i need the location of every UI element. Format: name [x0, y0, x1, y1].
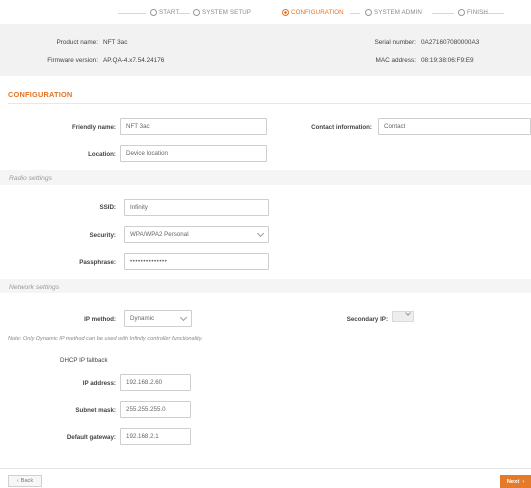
- chevron-down-icon: [405, 310, 411, 316]
- chevron-left-icon: ‹: [16, 478, 19, 484]
- default-gateway-input[interactable]: 192.168.2.1: [120, 428, 191, 445]
- ip-method-select[interactable]: Dynamic: [124, 310, 192, 327]
- secondary-ip-select[interactable]: [392, 310, 414, 322]
- contact-information-label: Contact information:: [311, 124, 372, 131]
- mac-address-label: MAC address:: [375, 57, 417, 64]
- step-circle-icon: [150, 9, 157, 16]
- secondary-ip-label: Secondary IP:: [346, 316, 388, 323]
- next-button[interactable]: Next ›: [500, 475, 531, 488]
- passphrase-input[interactable]: ••••••••••••••: [124, 253, 269, 270]
- firmware-value: AP.QA-4.x7.54.24176: [103, 57, 165, 64]
- section-divider: [8, 103, 531, 104]
- section-title: CONFIGURATION: [8, 90, 73, 99]
- radio-settings-band: [0, 170, 531, 185]
- friendly-name-input[interactable]: NFT 3ac: [120, 118, 267, 135]
- ip-method-label: IP method:: [84, 316, 116, 323]
- location-label: Location:: [88, 151, 116, 158]
- device-info-panel: Product name: NFT 3ac Serial number: 0A2…: [0, 24, 531, 76]
- passphrase-label: Passphrase:: [79, 259, 116, 266]
- subnet-mask-label: Subnet mask:: [75, 407, 116, 414]
- step-current-icon: [282, 9, 289, 16]
- security-select[interactable]: WPA/WPA2 Personal: [124, 226, 269, 243]
- firmware-label: Firmware version:: [47, 57, 98, 64]
- footer-divider: [0, 468, 531, 469]
- network-settings-band: [0, 279, 531, 293]
- chevron-down-icon: [256, 229, 265, 237]
- radio-settings-heading: Radio settings: [9, 175, 53, 182]
- product-name-label: Product name:: [56, 39, 98, 46]
- ip-address-input[interactable]: 192.168.2.60: [120, 374, 191, 391]
- ip-method-note: Note: Only Dynamic IP method can be used…: [8, 336, 203, 342]
- dhcp-fallback-title: DHCP IP fallback: [60, 357, 108, 364]
- mac-address-value: 08:19:38:06:F9:E9: [421, 57, 474, 64]
- ssid-input[interactable]: Infinity: [124, 199, 269, 216]
- wizard-step-configuration[interactable]: CONFIGURATION: [282, 9, 344, 16]
- contact-information-input[interactable]: Contact: [378, 118, 531, 135]
- network-settings-heading: Network settings: [9, 284, 60, 291]
- location-input[interactable]: Device location: [120, 145, 267, 162]
- step-circle-icon: [193, 9, 200, 16]
- step-circle-icon: [365, 9, 372, 16]
- wizard-step-system-setup[interactable]: SYSTEM SETUP: [193, 9, 251, 16]
- chevron-down-icon: [179, 313, 188, 321]
- back-button[interactable]: ‹ Back: [8, 475, 42, 487]
- serial-number-label: Serial number:: [374, 39, 416, 46]
- friendly-name-label: Friendly name:: [71, 124, 116, 131]
- security-label: Security:: [89, 232, 116, 239]
- product-name-value: NFT 3ac: [103, 39, 128, 46]
- ip-address-label: IP address:: [82, 380, 116, 387]
- wizard-steps: START SYSTEM SETUP CONFIGURATION SYSTEM …: [0, 0, 531, 24]
- ssid-label: SSID:: [99, 204, 116, 211]
- step-circle-icon: [458, 9, 465, 16]
- chevron-right-icon: ›: [522, 478, 525, 485]
- serial-number-value: 0A271607080000A3: [421, 39, 480, 46]
- wizard-step-start[interactable]: START: [150, 9, 179, 16]
- subnet-mask-input[interactable]: 255.255.255.0: [120, 401, 191, 418]
- wizard-step-system-admin[interactable]: SYSTEM ADMIN: [365, 9, 422, 16]
- wizard-step-finish[interactable]: FINISH: [458, 9, 488, 16]
- default-gateway-label: Default gateway:: [66, 434, 116, 441]
